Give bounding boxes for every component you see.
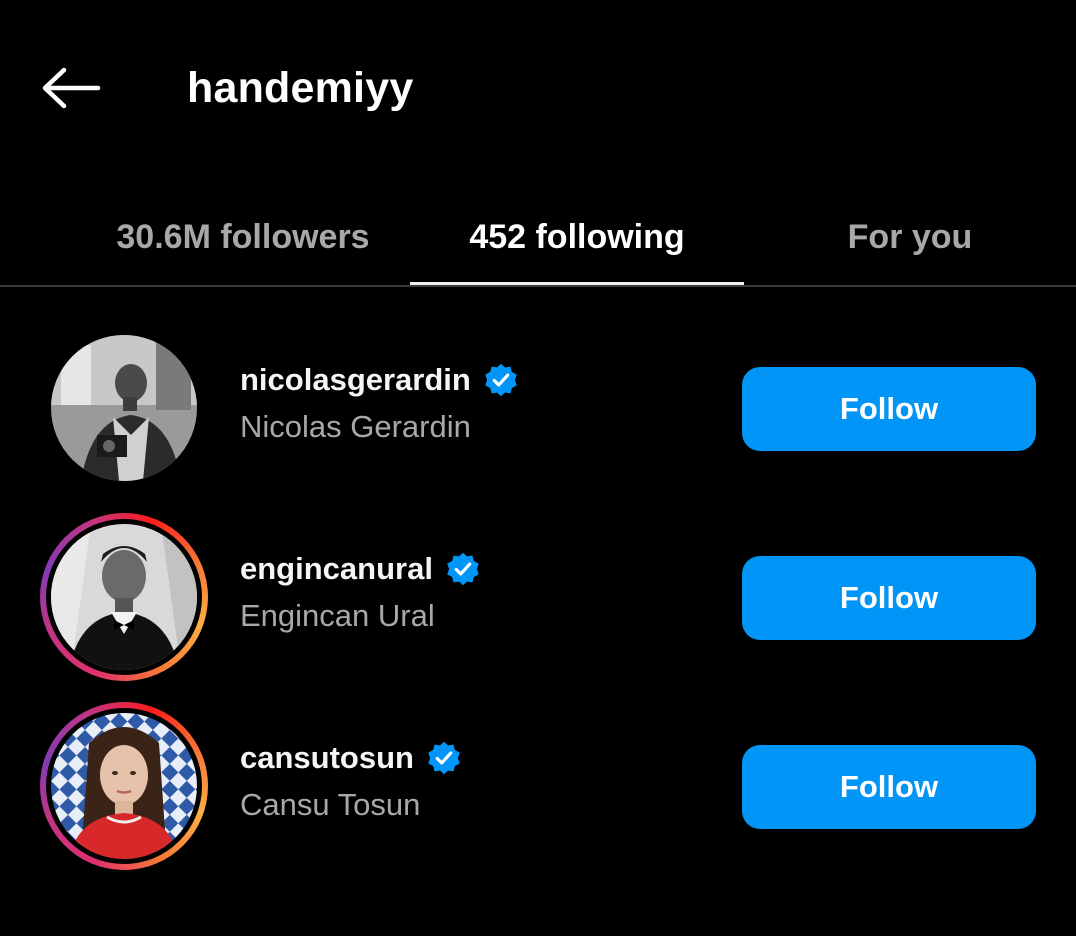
full-name: Cansu Tosun [240, 787, 421, 822]
profile-username-title: handemiyy [187, 64, 414, 112]
back-button[interactable] [36, 58, 106, 118]
tabs-divider [0, 285, 1076, 287]
avatar-image [51, 524, 197, 670]
follow-button[interactable]: Follow [742, 556, 1036, 640]
full-name: Nicolas Gerardin [240, 409, 471, 444]
follow-button[interactable]: Follow [742, 367, 1036, 451]
username[interactable]: engincanural [240, 551, 433, 587]
avatar-image [51, 713, 197, 859]
username-line: engincanural [240, 551, 481, 587]
verified-badge-icon [447, 552, 479, 586]
top-bar: handemiyy [0, 0, 1076, 180]
avatar[interactable] [40, 324, 208, 492]
tab-for-you[interactable]: For you [760, 190, 1060, 285]
verified-badge-icon [428, 741, 460, 775]
username[interactable]: cansutosun [240, 740, 414, 776]
username-line: nicolasgerardin [240, 362, 519, 398]
username[interactable]: nicolasgerardin [240, 362, 471, 398]
avatar-frame [46, 330, 202, 486]
avatar[interactable] [40, 513, 208, 681]
follow-button[interactable]: Follow [742, 745, 1036, 829]
tab-following[interactable]: 452 following [410, 190, 744, 285]
full-name: Engincan Ural [240, 598, 435, 633]
tab-followers[interactable]: 30.6M followers [86, 190, 400, 285]
avatar-image [51, 335, 197, 481]
avatar-frame [46, 708, 202, 864]
verified-badge-icon [485, 363, 517, 397]
username-line: cansutosun [240, 740, 462, 776]
avatar[interactable] [40, 702, 208, 870]
list-item[interactable]: nicolasgerardin Nicolas Gerardin Follow [0, 310, 1076, 490]
list-item[interactable]: cansutosun Cansu Tosun Follow [0, 688, 1076, 870]
active-tab-indicator [410, 282, 744, 285]
arrow-left-icon [42, 67, 101, 109]
avatar-frame [46, 519, 202, 675]
list-item[interactable]: engincanural Engincan Ural Follow [0, 499, 1076, 681]
tab-bar: 30.6M followers 452 following For you [0, 190, 1076, 288]
